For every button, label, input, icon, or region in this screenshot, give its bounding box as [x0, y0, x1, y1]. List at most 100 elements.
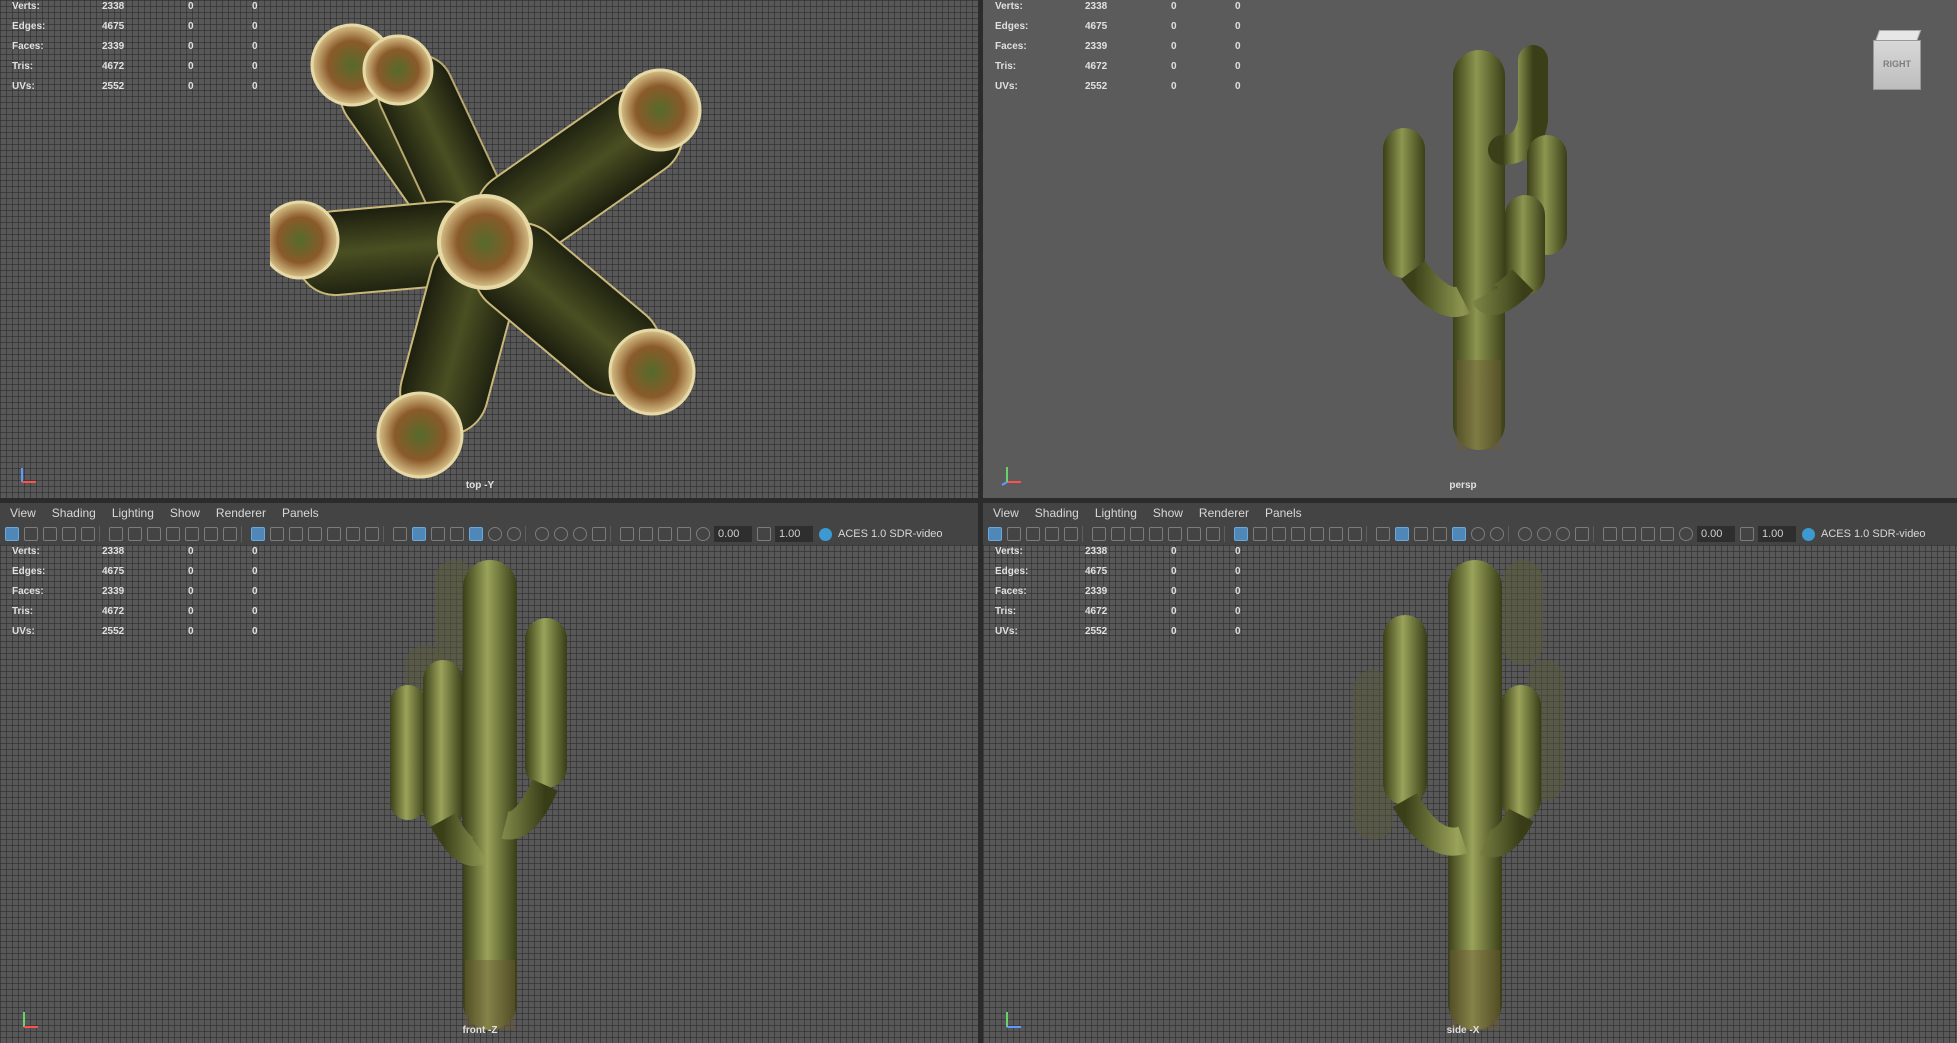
resolution-icon[interactable]: [289, 527, 303, 541]
menu-renderer[interactable]: Renderer: [216, 506, 266, 520]
field-icon[interactable]: [1310, 527, 1324, 541]
default-material-icon[interactable]: [431, 527, 445, 541]
film-gate-mask-icon[interactable]: [270, 527, 284, 541]
film-gate-icon[interactable]: [128, 527, 142, 541]
bookmark-icon[interactable]: [43, 527, 57, 541]
select-camera-icon[interactable]: [5, 527, 19, 541]
viewport-side[interactable]: Verts: 2338 0 0 Edges: 4675 0 0 Faces: 2339 0 0 T…: [983, 545, 1957, 1043]
exposure-field[interactable]: 0.00: [1697, 526, 1735, 542]
menu-show[interactable]: Show: [170, 506, 200, 520]
screen-space-ao-icon[interactable]: [1518, 527, 1532, 541]
image-plane-icon[interactable]: [62, 527, 76, 541]
menu-shading[interactable]: Shading: [52, 506, 96, 520]
xray-joints-icon[interactable]: [658, 527, 672, 541]
depth-of-field-icon[interactable]: [592, 527, 606, 541]
2d-pan-zoom-icon[interactable]: [1064, 527, 1078, 541]
smooth-shade-icon[interactable]: [1395, 527, 1409, 541]
gamma-field[interactable]: 1.00: [1758, 526, 1796, 542]
exposure-icon[interactable]: [1679, 527, 1693, 541]
viewport-persp[interactable]: Verts: 2338 0 0 Edges: 4675 0 0 Faces: 2339 0 0 T…: [983, 0, 1957, 498]
viewcube-right-face[interactable]: RIGHT: [1873, 40, 1921, 90]
color-management-icon[interactable]: [1802, 527, 1815, 541]
menu-shading[interactable]: Shading: [1035, 506, 1079, 520]
xray-icon[interactable]: [1622, 527, 1636, 541]
grease-pencil-icon[interactable]: [223, 527, 237, 541]
field-icon[interactable]: [327, 527, 341, 541]
camera-lock-icon[interactable]: [109, 527, 123, 541]
lights-icon[interactable]: [488, 527, 502, 541]
xray-icon[interactable]: [639, 527, 653, 541]
menu-renderer[interactable]: Renderer: [1199, 506, 1249, 520]
anti-aliasing-icon[interactable]: [573, 527, 587, 541]
smooth-shade-icon[interactable]: [412, 527, 426, 541]
shadows-icon[interactable]: [1490, 527, 1504, 541]
motion-blur-icon[interactable]: [554, 527, 568, 541]
cactus-top-view[interactable]: [270, 10, 710, 490]
textured-icon[interactable]: [469, 527, 483, 541]
film-gate-mask-icon[interactable]: [1253, 527, 1267, 541]
gamma-icon[interactable]: [757, 527, 771, 541]
title-area-icon[interactable]: [1348, 527, 1362, 541]
camera-attributes-icon[interactable]: [1007, 527, 1021, 541]
film-gate-icon[interactable]: [1111, 527, 1125, 541]
safe-action-icon[interactable]: [1168, 527, 1182, 541]
xray-components-icon[interactable]: [677, 527, 691, 541]
wireframe-on-shaded-icon[interactable]: [1433, 527, 1447, 541]
menu-lighting[interactable]: Lighting: [1095, 506, 1137, 520]
gamma-field[interactable]: 1.00: [775, 526, 813, 542]
safe-area-icon[interactable]: [1329, 527, 1343, 541]
wireframe-on-shaded-icon[interactable]: [450, 527, 464, 541]
exposure-field[interactable]: 0.00: [714, 526, 752, 542]
wireframe-icon[interactable]: [393, 527, 407, 541]
resolution-gate-icon[interactable]: [1130, 527, 1144, 541]
menu-view[interactable]: View: [10, 506, 36, 520]
color-space-selector[interactable]: ACES 1.0 SDR-video: [1821, 528, 1926, 540]
2d-pan-zoom-icon[interactable]: [81, 527, 95, 541]
motion-blur-icon[interactable]: [1537, 527, 1551, 541]
viewcube[interactable]: RIGHT: [1873, 30, 1922, 90]
gate-mask-icon[interactable]: [308, 527, 322, 541]
camera-attributes-icon[interactable]: [24, 527, 38, 541]
cactus-persp-view[interactable]: [1373, 40, 1593, 460]
resolution-icon[interactable]: [1272, 527, 1286, 541]
safe-action-icon[interactable]: [185, 527, 199, 541]
menu-panels[interactable]: Panels: [1265, 506, 1302, 520]
depth-of-field-icon[interactable]: [1575, 527, 1589, 541]
select-camera-icon[interactable]: [988, 527, 1002, 541]
safe-title-icon[interactable]: [1187, 527, 1201, 541]
wireframe-icon[interactable]: [1376, 527, 1390, 541]
menu-show[interactable]: Show: [1153, 506, 1183, 520]
title-area-icon[interactable]: [365, 527, 379, 541]
field-chart-icon[interactable]: [166, 527, 180, 541]
grease-pencil-icon[interactable]: [1206, 527, 1220, 541]
grid-toggle-icon[interactable]: [251, 527, 265, 541]
shadows-icon[interactable]: [507, 527, 521, 541]
viewport-front[interactable]: Verts: 2338 0 0 Edges: 4675 0 0 Faces: 2339 0 0 T…: [0, 545, 978, 1043]
exposure-icon[interactable]: [696, 527, 710, 541]
grid-toggle-icon[interactable]: [1234, 527, 1248, 541]
menu-panels[interactable]: Panels: [282, 506, 319, 520]
resolution-gate-icon[interactable]: [147, 527, 161, 541]
image-plane-icon[interactable]: [1045, 527, 1059, 541]
bookmark-icon[interactable]: [1026, 527, 1040, 541]
xray-components-icon[interactable]: [1660, 527, 1674, 541]
cactus-front-view[interactable]: [385, 560, 595, 1040]
gate-mask-icon[interactable]: [1291, 527, 1305, 541]
viewport-top[interactable]: Verts: 2338 0 0 Edges: 4675 0 0 Faces: 2339 0 0 T…: [0, 0, 978, 498]
lights-icon[interactable]: [1471, 527, 1485, 541]
safe-area-icon[interactable]: [346, 527, 360, 541]
safe-title-icon[interactable]: [204, 527, 218, 541]
menu-view[interactable]: View: [993, 506, 1019, 520]
screen-space-ao-icon[interactable]: [535, 527, 549, 541]
color-space-selector[interactable]: ACES 1.0 SDR-video: [838, 528, 943, 540]
xray-joints-icon[interactable]: [1641, 527, 1655, 541]
color-management-icon[interactable]: [819, 527, 832, 541]
isolate-select-icon[interactable]: [620, 527, 634, 541]
field-chart-icon[interactable]: [1149, 527, 1163, 541]
camera-lock-icon[interactable]: [1092, 527, 1106, 541]
menu-lighting[interactable]: Lighting: [112, 506, 154, 520]
gamma-icon[interactable]: [1740, 527, 1754, 541]
default-material-icon[interactable]: [1414, 527, 1428, 541]
cactus-side-view[interactable]: [1353, 560, 1573, 1040]
isolate-select-icon[interactable]: [1603, 527, 1617, 541]
